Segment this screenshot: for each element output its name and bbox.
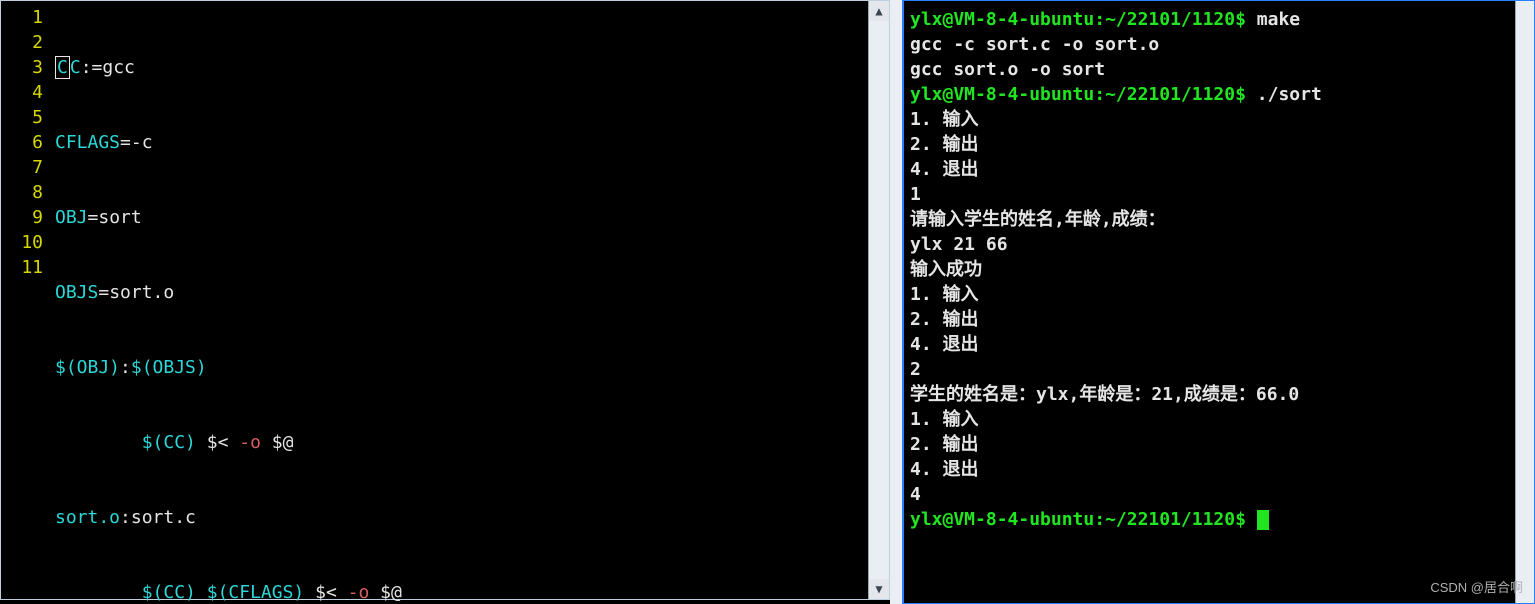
split-editor-terminal: 1 2 3 4 5 6 7 8 9 10 11 CC:=gcc CFLAGS=-… bbox=[0, 0, 1535, 604]
terminal-line: 1. 输入 bbox=[910, 407, 1528, 432]
editor-pane: 1 2 3 4 5 6 7 8 9 10 11 CC:=gcc CFLAGS=-… bbox=[0, 0, 890, 600]
terminal-line: 1. 输入 bbox=[910, 107, 1528, 132]
editor-cursor: C bbox=[55, 56, 70, 79]
terminal-line: 2. 输出 bbox=[910, 432, 1528, 457]
terminal-command: ./sort bbox=[1257, 84, 1322, 105]
code-token: CFLAGS bbox=[55, 132, 120, 153]
line-number: 10 bbox=[1, 230, 43, 255]
terminal-output: ylx@VM-8-4-ubuntu:~/22101/1120$ make gcc… bbox=[904, 1, 1534, 538]
terminal-line: ylx@VM-8-4-ubuntu:~/22101/1120$ ./sort bbox=[910, 82, 1528, 107]
terminal-line: gcc -c sort.c -o sort.o bbox=[910, 32, 1528, 57]
code-token: =sort bbox=[88, 207, 142, 228]
terminal-line: 1. 输入 bbox=[910, 282, 1528, 307]
code-token: := bbox=[81, 57, 103, 78]
terminal-line: 2. 输出 bbox=[910, 307, 1528, 332]
terminal-pane[interactable]: ylx@VM-8-4-ubuntu:~/22101/1120$ make gcc… bbox=[903, 0, 1535, 604]
terminal-prompt: ylx@VM-8-4-ubuntu:~/22101/1120$ bbox=[910, 9, 1257, 30]
line-number: 5 bbox=[1, 105, 43, 130]
code-token: OBJ bbox=[55, 207, 88, 228]
code-token: $(OBJS) bbox=[131, 357, 207, 378]
code-line: CFLAGS=-c bbox=[55, 130, 868, 155]
code-token: $< bbox=[304, 582, 347, 603]
code-line: OBJS=sort.o bbox=[55, 280, 868, 305]
line-number: 8 bbox=[1, 180, 43, 205]
code-line: $(CC) $(CFLAGS) $< -o $@ bbox=[55, 580, 868, 604]
line-number: 9 bbox=[1, 205, 43, 230]
terminal-command: make bbox=[1257, 9, 1300, 30]
terminal-line: 1 bbox=[910, 182, 1528, 207]
terminal-prompt: ylx@VM-8-4-ubuntu:~/22101/1120$ bbox=[910, 84, 1257, 105]
code-token: =-c bbox=[120, 132, 153, 153]
terminal-line: 4 bbox=[910, 482, 1528, 507]
line-number: 1 bbox=[1, 5, 43, 30]
code-token: -o bbox=[239, 432, 261, 453]
code-token: $(OBJ) bbox=[55, 357, 120, 378]
line-number-gutter: 1 2 3 4 5 6 7 8 9 10 11 bbox=[1, 1, 51, 599]
code-line: $(OBJ):$(OBJS) bbox=[55, 355, 868, 380]
code-token: $@ bbox=[369, 582, 402, 603]
scrollbar-track[interactable] bbox=[869, 21, 889, 579]
code-line: CC:=gcc bbox=[55, 55, 868, 80]
terminal-line: 4. 退出 bbox=[910, 457, 1528, 482]
terminal-scrollbar[interactable] bbox=[1515, 1, 1534, 603]
editor-text-area[interactable]: CC:=gcc CFLAGS=-c OBJ=sort OBJS=sort.o $… bbox=[51, 1, 868, 599]
code-token: =sort.o bbox=[98, 282, 174, 303]
code-token bbox=[196, 582, 207, 603]
terminal-line: 学生的姓名是：ylx,年龄是：21,成绩是：66.0 bbox=[910, 382, 1528, 407]
terminal-line: ylx@VM-8-4-ubuntu:~/22101/1120$ make bbox=[910, 7, 1528, 32]
terminal-line: 4. 退出 bbox=[910, 157, 1528, 182]
watermark-text: CSDN @居合啊 bbox=[1430, 577, 1523, 596]
code-token: sort.c bbox=[131, 507, 196, 528]
code-token: $@ bbox=[261, 432, 294, 453]
line-number: 7 bbox=[1, 155, 43, 180]
editor-scrollbar[interactable]: ▲ ▼ bbox=[868, 1, 889, 599]
line-number: 3 bbox=[1, 55, 43, 80]
code-token: $(CFLAGS) bbox=[207, 582, 305, 603]
line-number: 4 bbox=[1, 80, 43, 105]
line-number: 6 bbox=[1, 130, 43, 155]
terminal-line: 输入成功 bbox=[910, 257, 1528, 282]
code-token: C bbox=[70, 57, 81, 78]
code-token: $(CC) bbox=[142, 582, 196, 603]
scroll-up-arrow-icon[interactable]: ▲ bbox=[869, 1, 889, 21]
code-line: OBJ=sort bbox=[55, 205, 868, 230]
code-indent bbox=[55, 582, 142, 603]
terminal-line: ylx 21 66 bbox=[910, 232, 1528, 257]
code-token: OBJS bbox=[55, 282, 98, 303]
terminal-line: ylx@VM-8-4-ubuntu:~/22101/1120$ bbox=[910, 507, 1528, 532]
code-token: -o bbox=[348, 582, 370, 603]
scroll-down-arrow-icon[interactable]: ▼ bbox=[869, 579, 889, 599]
terminal-line: 4. 退出 bbox=[910, 332, 1528, 357]
code-token: sort.o bbox=[55, 507, 120, 528]
code-line: $(CC) $< -o $@ bbox=[55, 430, 868, 455]
terminal-prompt: ylx@VM-8-4-ubuntu:~/22101/1120$ bbox=[910, 509, 1257, 530]
terminal-line: 请输入学生的姓名,年龄,成绩： bbox=[910, 207, 1528, 232]
code-token: $(CC) bbox=[142, 432, 196, 453]
terminal-line: gcc sort.o -o sort bbox=[910, 57, 1528, 82]
terminal-line: 2. 输出 bbox=[910, 132, 1528, 157]
code-indent bbox=[55, 432, 142, 453]
line-number: 11 bbox=[1, 255, 43, 280]
code-token: : bbox=[120, 357, 131, 378]
terminal-line: 2 bbox=[910, 357, 1528, 382]
code-token: : bbox=[120, 507, 131, 528]
code-token: gcc bbox=[102, 57, 135, 78]
line-number: 2 bbox=[1, 30, 43, 55]
terminal-cursor bbox=[1257, 510, 1269, 530]
code-token: $< bbox=[196, 432, 239, 453]
code-line: sort.o:sort.c bbox=[55, 505, 868, 530]
pane-divider[interactable] bbox=[890, 0, 903, 604]
